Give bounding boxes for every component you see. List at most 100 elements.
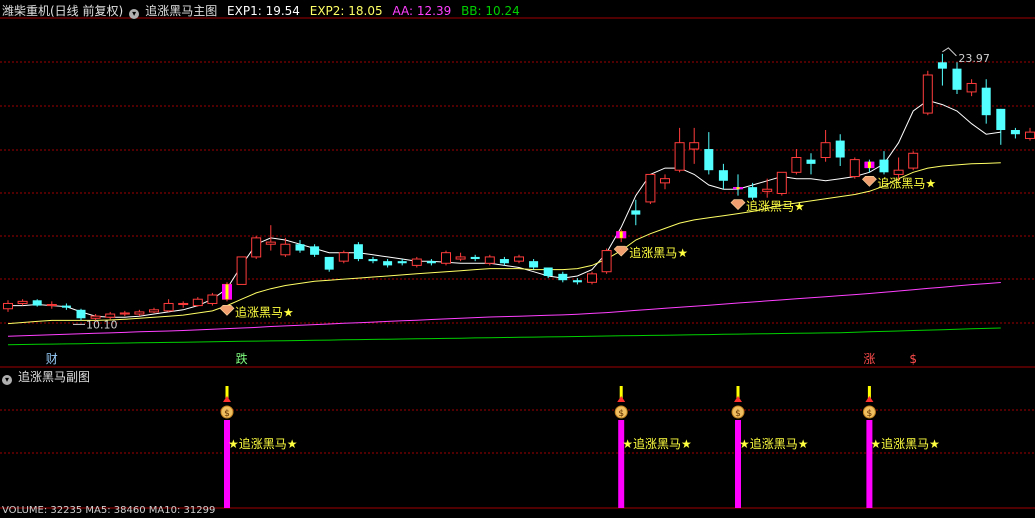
candle-body — [368, 259, 378, 262]
event-marker: $ — [909, 352, 917, 366]
candle — [455, 252, 466, 262]
candle-body — [119, 312, 130, 315]
candle-body — [937, 62, 947, 69]
candle — [46, 301, 57, 309]
candle-body — [601, 250, 612, 273]
indicator-name[interactable]: 追涨黑马主图 — [145, 4, 217, 18]
candle-body — [265, 241, 276, 245]
money-bag-icon-symbol: $ — [735, 409, 741, 419]
min-price-label: 10.10 — [86, 318, 118, 331]
candle-body — [587, 273, 597, 283]
candle — [558, 271, 568, 283]
candle-body — [236, 256, 247, 285]
candle-body — [426, 261, 436, 264]
diamond-icon — [613, 245, 629, 257]
candle — [163, 299, 174, 312]
candle-body — [411, 258, 422, 266]
candle — [689, 127, 700, 164]
event-marker: 涨 — [863, 351, 875, 366]
bb-label: BB: 10.24 — [461, 4, 520, 18]
candle-body — [17, 300, 28, 304]
candle — [61, 303, 71, 310]
candle — [981, 79, 991, 124]
candle — [660, 174, 670, 190]
candle-body — [207, 294, 218, 304]
signal-label: 追涨黑马★ — [629, 245, 688, 260]
candle-body — [310, 246, 320, 255]
candle — [134, 309, 145, 317]
candle — [937, 53, 947, 86]
candle-body — [455, 256, 466, 260]
candle — [411, 256, 422, 268]
event-marker: 财 — [46, 352, 58, 366]
candle-body — [981, 87, 991, 116]
candle-body — [645, 173, 656, 203]
candle — [776, 171, 787, 196]
volume-readout: VOLUME: 32235 MA5: 38460 MA10: 31299 — [2, 505, 216, 516]
candle-body — [631, 210, 641, 215]
candle-body — [251, 237, 262, 258]
candle-body — [353, 244, 363, 260]
max-pointer — [942, 47, 957, 57]
line-exp1 — [8, 99, 1001, 318]
candle-body — [558, 273, 568, 281]
candle-body — [32, 300, 42, 306]
event-marker: 跌 — [236, 351, 248, 366]
candle — [3, 300, 13, 312]
candle — [32, 299, 42, 307]
main-header: 潍柴重机(日线 前复权) ▾ 追涨黑马主图 EXP1: 19.54 EXP2: 18… — [2, 4, 526, 19]
candle-body — [660, 178, 670, 184]
candle-body — [529, 261, 539, 268]
candle — [1025, 127, 1035, 141]
candle — [426, 259, 436, 266]
candle — [149, 307, 159, 313]
signal-bar-stripe — [225, 284, 229, 300]
candle-body — [192, 298, 203, 307]
candle — [295, 240, 305, 253]
candle-body — [791, 157, 802, 173]
candle — [587, 271, 597, 285]
candle-body — [908, 152, 919, 169]
candle — [499, 256, 509, 266]
candle-body — [806, 159, 816, 164]
candle — [17, 299, 28, 306]
dropdown-icon[interactable]: ▾ — [2, 375, 12, 385]
signal-label: 追涨黑马★ — [235, 304, 294, 319]
dropdown-icon[interactable]: ▾ — [129, 9, 140, 19]
line-exp2 — [7, 162, 1001, 325]
candle — [879, 151, 889, 175]
candle — [674, 127, 685, 173]
diamond-icon — [219, 305, 235, 316]
signal-label: 追涨黑马★ — [746, 199, 805, 214]
candle — [996, 108, 1006, 145]
candle-body — [952, 68, 962, 90]
signal-label: 追涨黑马★ — [877, 175, 936, 190]
candle — [310, 244, 320, 257]
candle-body — [499, 259, 509, 264]
candle — [806, 153, 816, 175]
signal-column — [618, 420, 625, 508]
money-bag-icon-symbol: $ — [867, 409, 873, 419]
candle-body — [748, 187, 758, 198]
signal-bar-stripe — [867, 161, 871, 169]
signal-label: ★追涨黑马★ — [870, 436, 940, 451]
candle — [645, 173, 656, 205]
sub-indicator-name[interactable]: 追涨黑马副图 — [18, 370, 90, 384]
aa-label: AA: 12.39 — [392, 4, 452, 18]
candle — [119, 310, 130, 317]
diamond-icon — [730, 199, 746, 211]
arrow-icon — [223, 396, 231, 402]
candle-body — [762, 188, 773, 192]
candle-body — [996, 108, 1006, 130]
candle — [733, 174, 743, 196]
candle-body — [470, 256, 480, 260]
candle-body — [280, 243, 291, 256]
candle-body — [105, 313, 116, 318]
candle — [718, 163, 728, 190]
stock-name: 潍柴重机(日线 前复权) — [2, 4, 124, 18]
candle-body — [718, 170, 728, 181]
candle-body — [835, 140, 845, 158]
money-bag-icon-symbol: $ — [224, 409, 230, 419]
candle — [441, 250, 451, 266]
candle-body — [966, 82, 977, 93]
